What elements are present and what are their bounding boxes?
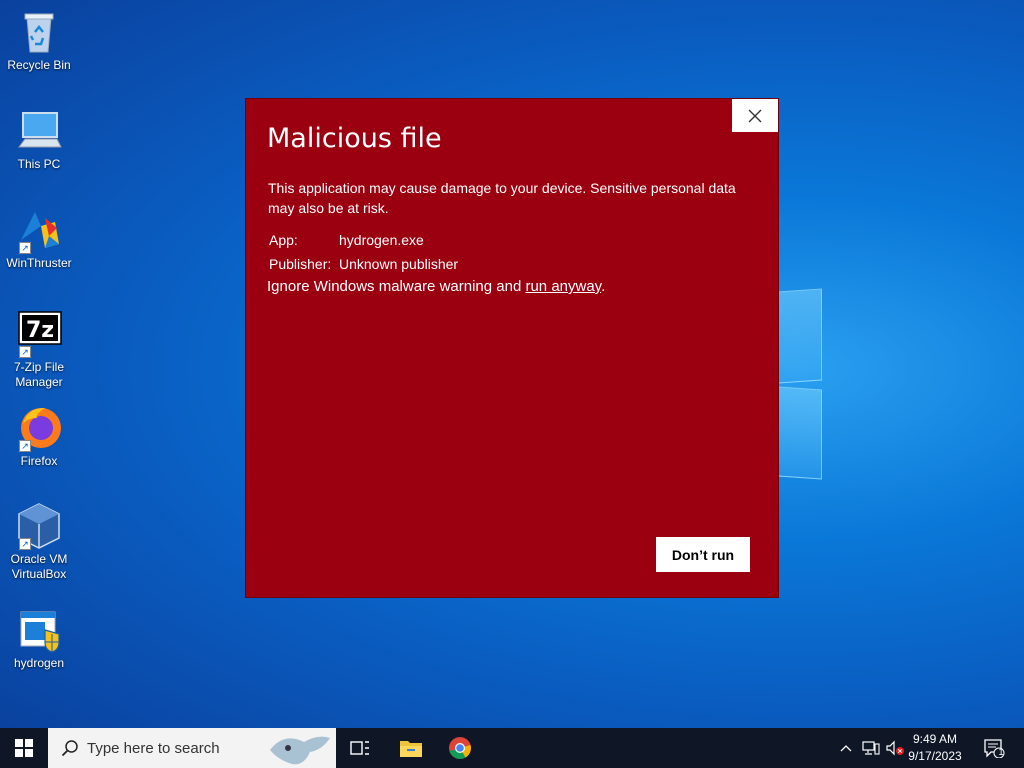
- clock-date: 9/17/2023: [908, 749, 962, 763]
- chevron-up-icon: [840, 745, 852, 752]
- search-icon: [61, 740, 78, 757]
- desktop-icon-winthruster[interactable]: ↗ WinThruster: [4, 206, 74, 271]
- start-button[interactable]: [0, 728, 48, 768]
- chrome-icon: [449, 737, 471, 759]
- winthruster-icon: ↗: [15, 206, 63, 254]
- shortcut-arrow-icon: ↗: [19, 242, 31, 254]
- app-label: App:: [269, 232, 298, 248]
- task-view-icon: [350, 741, 369, 755]
- windows-icon: [15, 739, 33, 757]
- dialog-title: Malicious file: [267, 123, 442, 154]
- taskbar-search-box[interactable]: Type here to search: [48, 728, 336, 768]
- desktop-icon-label: Recycle Bin: [7, 58, 71, 72]
- dont-run-button[interactable]: Don’t run: [656, 537, 750, 572]
- search-placeholder: Type here to search: [87, 739, 220, 757]
- app-value: hydrogen.exe: [339, 232, 424, 248]
- close-button[interactable]: [732, 99, 778, 132]
- desktop-icon-label: WinThruster: [6, 256, 72, 270]
- app-row: App: hydrogen.exe: [269, 232, 424, 248]
- action-center-button[interactable]: 1: [980, 728, 1008, 768]
- 7zip-icon: 7z ↗: [15, 310, 63, 358]
- desktop-icon-this-pc[interactable]: This PC: [4, 107, 74, 172]
- file-explorer-button[interactable]: [387, 728, 435, 768]
- close-icon: [748, 109, 762, 122]
- notification-count: 1: [998, 747, 1004, 757]
- desktop-icon-label: This PC: [17, 157, 61, 171]
- desktop-icon-label: Oracle VM VirtualBox: [10, 552, 68, 581]
- clock-time: 9:49 AM: [912, 732, 958, 746]
- ignore-prefix: Ignore Windows malware warning and: [267, 278, 526, 295]
- desktop-icon-recycle-bin[interactable]: Recycle Bin: [4, 8, 74, 73]
- network-button[interactable]: [860, 728, 882, 768]
- desktop-icon-label: hydrogen: [13, 656, 65, 670]
- chrome-button[interactable]: [436, 728, 484, 768]
- desktop-icon-hydrogen[interactable]: hydrogen: [4, 606, 74, 671]
- ignore-suffix: .: [601, 278, 606, 295]
- malicious-file-dialog: Malicious file This application may caus…: [245, 98, 779, 598]
- task-view-button[interactable]: [336, 728, 384, 768]
- desktop-icon-7zip[interactable]: 7z ↗ 7-Zip File Manager: [4, 310, 74, 390]
- recycle-bin-icon: [15, 8, 63, 56]
- run-anyway-link[interactable]: run anyway: [525, 278, 601, 295]
- desktop-icon-label: Firefox: [20, 454, 58, 468]
- taskbar: Type here to search 9:49 AM 9/17/2023 1: [0, 728, 1024, 768]
- desktop-icon-label: 7-Zip File Manager: [13, 360, 64, 389]
- ignore-warning-text: Ignore Windows malware warning and run a…: [267, 278, 605, 295]
- svg-text:7z: 7z: [26, 318, 54, 343]
- network-icon: [862, 741, 880, 755]
- hydrogen-icon: [15, 606, 63, 654]
- show-hidden-icons-button[interactable]: [836, 728, 856, 768]
- shortcut-arrow-icon: ↗: [19, 440, 31, 452]
- folder-icon: [400, 741, 422, 757]
- virtualbox-icon: ↗: [15, 502, 63, 550]
- dialog-message: This application may cause damage to you…: [268, 180, 736, 216]
- shortcut-arrow-icon: ↗: [19, 538, 31, 550]
- publisher-value: Unknown publisher: [339, 256, 459, 272]
- computer-icon: [15, 107, 63, 155]
- taskbar-clock[interactable]: 9:49 AM 9/17/2023: [900, 731, 970, 765]
- desktop-icon-virtualbox[interactable]: ↗ Oracle VM VirtualBox: [4, 502, 74, 582]
- publisher-row: Publisher: Unknown publisher: [269, 256, 458, 272]
- firefox-icon: ↗: [15, 404, 63, 452]
- desktop-icon-firefox[interactable]: ↗ Firefox: [4, 404, 74, 469]
- shortcut-arrow-icon: ↗: [19, 346, 31, 358]
- search-highlight-graphic: [270, 736, 330, 765]
- publisher-label: Publisher:: [269, 256, 332, 272]
